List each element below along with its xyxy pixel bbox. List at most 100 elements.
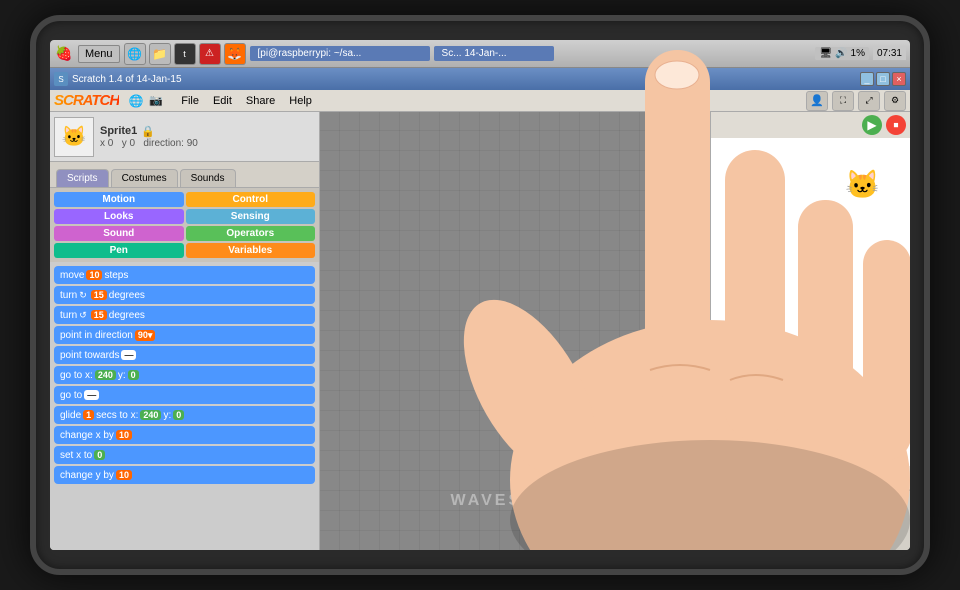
sprite-thumbnail: 🐱 [54,117,94,157]
block-change-y-badge: 10 [116,470,132,480]
block-point-direction[interactable]: point in direction 90▾ [54,326,315,344]
block-turn-cw-badge: 15 [91,290,107,300]
block-glide-secs-badge: 1 [83,410,94,420]
cat-motion[interactable]: Motion [54,192,184,207]
stage-toolbar: + - ⊞ ⤢ [711,466,910,490]
cat-pen[interactable]: Pen [54,243,184,258]
block-glide-x-badge: 240 [140,410,161,420]
tab-scripts[interactable]: Scripts [56,169,109,187]
stage-fullscreen[interactable]: ⤢ [773,469,791,487]
file-menu[interactable]: File [175,94,205,108]
warning-icon[interactable]: ⚠ [199,43,221,65]
sprite-x: x 0 [100,138,113,149]
block-change-y[interactable]: change y by 10 [54,466,315,484]
scratch-window: S Scratch 1.4 of 14-Jan-15 _ □ × SCRATCH… [50,68,910,550]
scratch-content: 🐱 Sprite1 🔒 x 0 y 0 dire [50,112,910,550]
block-move[interactable]: move 10 steps [54,266,315,284]
taskbar: 🍓 Menu 🌐 📁 t ⚠ 🦊 [pi@raspberrypi: ~/sa..… [50,40,910,68]
terminal-icon[interactable]: t [174,43,196,65]
cat-operators[interactable]: Operators [186,226,316,241]
firefox-icon[interactable]: 🦊 [224,43,246,65]
block-point-towards[interactable]: point towards — [54,346,315,364]
lock-icon: 🔒 [141,125,155,138]
person-icon[interactable]: 👤 [806,91,828,111]
sprite-name-text: Sprite1 [100,125,137,137]
block-change-x[interactable]: change x by 10 [54,426,315,444]
cat-sensing[interactable]: Sensing [186,209,316,224]
stage-canvas: 🐱 [711,138,910,466]
systray: 🖥 🔊 1% [815,47,869,60]
stage-fit[interactable]: ⊞ [753,469,771,487]
sprite-coords: x 0 y 0 direction: 90 [100,138,198,149]
scratch-window-icon: S [54,72,68,86]
minimize-button[interactable]: _ [860,72,874,86]
fullscreen-icon[interactable]: ⤢ [858,91,880,111]
stage-controls: ▶ ⏹ [711,112,910,138]
stage-zoom-in[interactable]: + [713,469,731,487]
block-turn-ccw[interactable]: turn ↺ 15 degrees [54,306,315,324]
screen: 🍓 Menu 🌐 📁 t ⚠ 🦊 [pi@raspberrypi: ~/sa..… [50,40,910,550]
block-goto-x-badge: 240 [95,370,116,380]
stop-button[interactable]: ⏹ [886,115,906,135]
block-goto-badge: — [84,390,99,400]
scratch-titlebar: S Scratch 1.4 of 14-Jan-15 _ □ × [50,68,910,90]
taskbar-apps: 🌐 📁 t ⚠ 🦊 [124,43,246,65]
stage-zoom-out[interactable]: - [733,469,751,487]
stage-sprite-cat: 🐱 [845,168,880,201]
categories: Motion Control Looks Sensing Sound Opera… [50,188,319,262]
block-turn-cw[interactable]: turn ↻ 15 degrees [54,286,315,304]
menu-button[interactable]: Menu [78,45,120,63]
raspberry-icon[interactable]: 🍓 [54,44,74,64]
blocks-panel: 🐱 Sprite1 🔒 x 0 y 0 dire [50,112,320,550]
sprite-info: 🐱 Sprite1 🔒 x 0 y 0 dire [50,112,319,162]
block-goto[interactable]: go to — [54,386,315,404]
block-move-badge: 10 [86,270,102,280]
block-glide[interactable]: glide 1 secs to x: 240 y: 0 [54,406,315,424]
scratch-toolbar-right: 👤 ⛶ ⤢ ⚙ [806,91,906,111]
scratch-window-btn[interactable]: Sc... 14-Jan-... [434,46,554,61]
block-goto-xy[interactable]: go to x: 240 y: 0 [54,366,315,384]
cat-looks[interactable]: Looks [54,209,184,224]
help-menu[interactable]: Help [283,94,318,108]
block-direction-badge: 90▾ [135,330,156,341]
cat-sound[interactable]: Sound [54,226,184,241]
window-controls: _ □ × [860,72,906,86]
block-glide-y-badge: 0 [173,410,184,420]
watermark: WAVESHARE [451,492,580,510]
stage-bottom [711,490,910,550]
block-set-x[interactable]: set x to 0 [54,446,315,464]
terminal-window[interactable]: [pi@raspberrypi: ~/sa... [250,46,430,61]
tab-sounds[interactable]: Sounds [180,169,236,187]
globe-menu-icon[interactable]: 🌐 [127,92,145,110]
script-area[interactable]: WAVESHARE [320,112,710,550]
stage-panel: ▶ ⏹ 🐱 + - ⊞ ⤢ [710,112,910,550]
sprite-direction: direction: 90 [143,138,197,149]
cat-control[interactable]: Control [186,192,316,207]
tablet-frame: 🍓 Menu 🌐 📁 t ⚠ 🦊 [pi@raspberrypi: ~/sa..… [30,15,930,575]
green-flag-button[interactable]: ▶ [862,115,882,135]
monitor-icon: 🖥 [819,48,832,59]
clock: 07:31 [873,47,906,60]
close-button[interactable]: × [892,72,906,86]
blocks-list: move 10 steps turn ↻ 15 degrees turn ↺ 1… [50,262,319,550]
tab-costumes[interactable]: Costumes [111,169,178,187]
cat-variables[interactable]: Variables [186,243,316,258]
sprite-y: y 0 [122,138,135,149]
scratch-menubar: SCRATCH 🌐 📷 File Edit Share Help 👤 ⛶ ⤢ ⚙ [50,90,910,112]
folder-icon[interactable]: 📁 [149,43,171,65]
scratch-logo: SCRATCH [54,92,119,109]
maximize-button[interactable]: □ [876,72,890,86]
block-goto-y-badge: 0 [128,370,139,380]
scratch-title: Scratch 1.4 of 14-Jan-15 [72,74,182,85]
share-menu[interactable]: Share [240,94,281,108]
globe-icon[interactable]: 🌐 [124,43,146,65]
taskbar-right: 🖥 🔊 1% 07:31 [815,47,906,60]
block-set-x-badge: 0 [94,450,105,460]
block-turn-ccw-badge: 15 [91,310,107,320]
expand-icon[interactable]: ⛶ [832,91,854,111]
camera-icon[interactable]: 📷 [147,92,165,110]
speaker-icon: 🔊 [835,48,847,59]
sprite-name-row: Sprite1 🔒 [100,125,198,138]
settings-icon[interactable]: ⚙ [884,91,906,111]
edit-menu[interactable]: Edit [207,94,238,108]
